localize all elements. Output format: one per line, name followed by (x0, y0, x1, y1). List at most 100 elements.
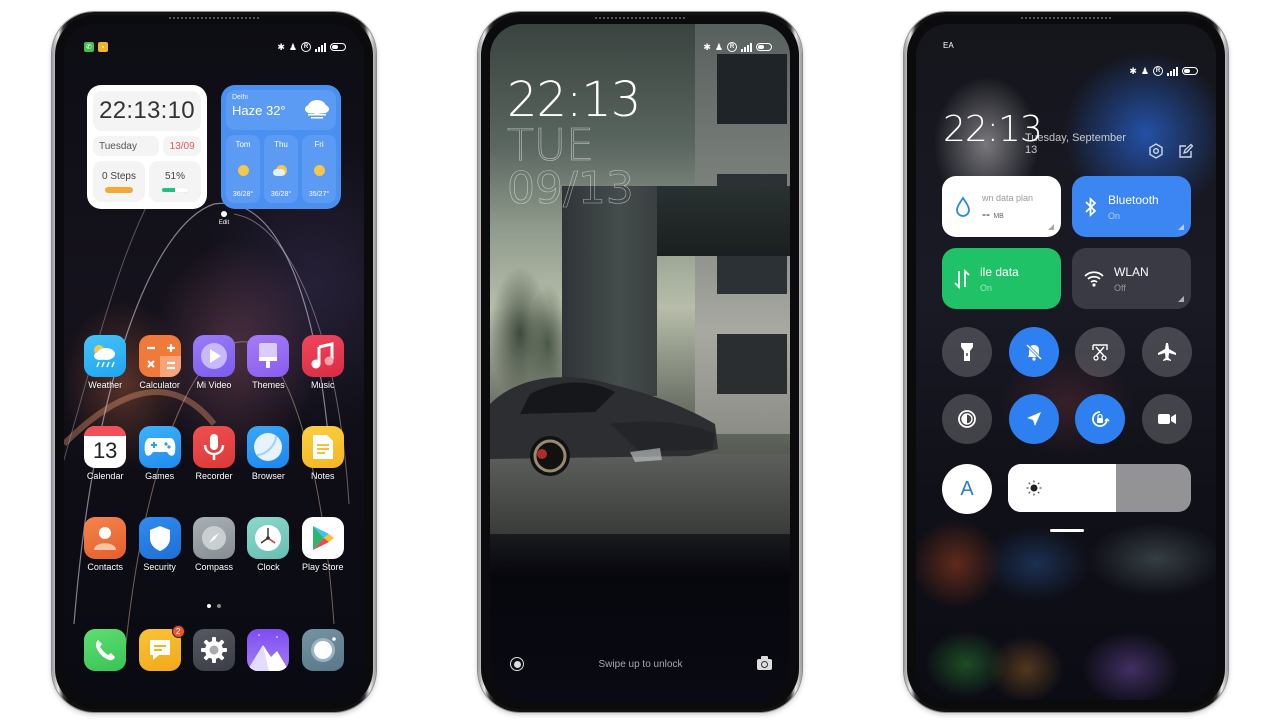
app-row-3: Contacts Security Compass Clock Play Sto… (78, 517, 350, 572)
lock-screen[interactable]: ✱ ♟ R 22:13 TUE 09/13 Swipe up to unlock (490, 24, 790, 700)
tile-data-plan[interactable]: wn data plan -- MB (942, 176, 1061, 237)
tile-bluetooth-state: On (1108, 210, 1121, 221)
tile-mobile-data[interactable]: ile data On (942, 248, 1061, 309)
app-music[interactable]: Music (296, 335, 350, 390)
settings-hex-icon[interactable] (1148, 143, 1164, 159)
bluetooth-icon (1085, 196, 1097, 217)
airplane-icon (1158, 343, 1176, 361)
recorder-app-icon (192, 426, 235, 468)
steps-count: 0 Steps (102, 170, 136, 182)
toggle-airplane-mode[interactable] (1142, 327, 1192, 377)
toggle-reading-mode[interactable] (942, 394, 992, 444)
calendar-app-icon: 13 (84, 426, 127, 468)
app-calculator[interactable]: Calculator (132, 335, 186, 390)
lock-date: 09/13 (507, 163, 634, 214)
camera-shortcut-icon[interactable] (756, 655, 772, 670)
video-camera-icon (1158, 414, 1176, 424)
camera-lens-icon (301, 629, 344, 671)
brightness-slider[interactable] (1008, 464, 1191, 512)
dock-messages[interactable]: 2 (132, 625, 186, 671)
forecast-temp: 35/27° (308, 191, 330, 198)
themes-app-icon (247, 335, 290, 377)
carrier-label: EA (943, 41, 954, 50)
dock-phone[interactable] (78, 629, 132, 671)
phone-icon (84, 629, 127, 671)
app-contacts[interactable]: Contacts (78, 517, 132, 572)
battery-box: 51% (149, 161, 201, 202)
app-label: Weather (88, 380, 123, 390)
app-games[interactable]: Games (132, 426, 186, 481)
app-browser[interactable]: Browser (241, 426, 295, 481)
app-label: Clock (257, 562, 280, 572)
play-store-app-icon (301, 517, 344, 559)
toggle-screenshot[interactable] (1075, 327, 1125, 377)
clock-app-icon (247, 517, 290, 559)
toggle-flashlight[interactable] (942, 327, 992, 377)
widget-day: Tuesday (93, 136, 160, 156)
edit-handle[interactable] (221, 211, 227, 217)
screenshot-scissors-icon (1092, 344, 1108, 361)
app-label: Contacts (87, 562, 123, 572)
water-drop-icon (956, 195, 970, 217)
dock-settings[interactable] (187, 629, 241, 671)
weather-app-icon (84, 335, 127, 377)
toggle-rotation-lock[interactable] (1075, 394, 1125, 444)
brightness-sun-icon (1026, 480, 1042, 496)
toggle-screen-recorder[interactable] (1142, 394, 1192, 444)
calendar-day-number: 13 (92, 438, 118, 463)
forecast-day-label: Tom (235, 140, 251, 149)
app-calendar[interactable]: 13 Calendar (78, 426, 132, 481)
settings-gear-icon (192, 629, 235, 671)
bluetooth-icon: ✱ (703, 41, 711, 52)
earpiece-speaker (169, 17, 259, 19)
message-notification-icon: ▪ (98, 42, 108, 52)
location-arrow-icon (1027, 412, 1041, 426)
brightness-fill (1008, 464, 1116, 512)
edit-icon[interactable] (1178, 143, 1194, 159)
app-label: Themes (252, 380, 285, 390)
tile-mobile-data-state: On (980, 282, 993, 293)
app-row-2: 13 Calendar Games Recorder Browser Notes (78, 426, 350, 481)
phone-lock-screen: ✱ ♟ R 22:13 TUE 09/13 Swipe up to unlock (478, 12, 802, 712)
wifi-icon (1084, 270, 1104, 287)
dock-camera[interactable] (296, 629, 350, 671)
steps-bar (105, 186, 133, 193)
page-indicator (64, 604, 364, 608)
app-weather[interactable]: Weather (78, 335, 132, 390)
home-screen: ✆ ▪ ✱ ♟ R 22:13:10 Tuesday 13/09 0 Steps… (64, 24, 364, 700)
drag-handle[interactable] (1050, 529, 1084, 532)
app-mi-video[interactable]: Mi Video (187, 335, 241, 390)
sunny-icon (237, 164, 249, 176)
page-dot-active[interactable] (207, 604, 211, 608)
edit-label[interactable]: Edit (210, 220, 238, 226)
widget-time: 22:13:10 (93, 91, 201, 131)
tile-wlan-title: WLAN (1114, 264, 1149, 279)
tile-bluetooth-title: Bluetooth (1108, 192, 1159, 207)
calculator-app-icon (138, 335, 181, 377)
app-compass[interactable]: Compass (187, 517, 241, 572)
app-play-store[interactable]: Play Store (296, 517, 350, 572)
clock-widget[interactable]: 22:13:10 Tuesday 13/09 0 Steps 51% (87, 85, 207, 209)
weather-widget[interactable]: Delhi Haze 32° Tom 36/28° Thu 36/28° Fri… (221, 85, 341, 209)
tile-wlan[interactable]: WLAN Off (1072, 248, 1191, 309)
forecast-day: Thu 36/28° (264, 135, 298, 203)
forecast-day-label: Fri (314, 140, 324, 149)
toggle-location[interactable] (1009, 394, 1059, 444)
phone-home-screen: ✆ ▪ ✱ ♟ R 22:13:10 Tuesday 13/09 0 Steps… (52, 12, 376, 712)
flashlight-icon (961, 343, 973, 361)
dock-gallery[interactable] (241, 629, 295, 671)
app-security[interactable]: Security (132, 517, 186, 572)
page-dot[interactable] (217, 604, 221, 608)
assistant-ring-icon[interactable] (510, 657, 524, 671)
app-clock[interactable]: Clock (241, 517, 295, 572)
auto-brightness-button[interactable]: A (942, 464, 992, 514)
tile-mobile-data-title: ile data (980, 264, 1019, 279)
battery-percent: 51% (164, 170, 185, 182)
app-recorder[interactable]: Recorder (187, 426, 241, 481)
tile-bluetooth[interactable]: Bluetooth On (1072, 176, 1191, 237)
toggle-silent[interactable] (1009, 327, 1059, 377)
swipe-hint: Swipe up to unlock (598, 658, 683, 670)
mi-video-app-icon (192, 335, 235, 377)
app-notes[interactable]: Notes (296, 426, 350, 481)
app-themes[interactable]: Themes (241, 335, 295, 390)
